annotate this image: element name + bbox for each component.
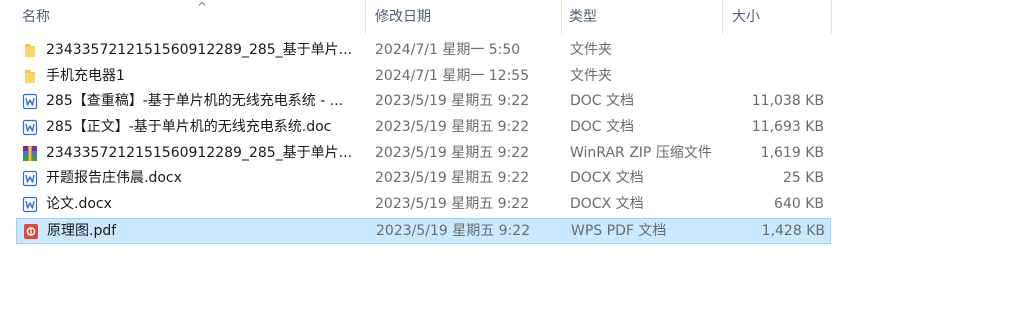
- file-explorer-list: 名称 ^ 修改日期 类型 大小 2343357212151560912289_2…: [0, 0, 1024, 311]
- file-name: 285【正文】-基于单片机的无线充电系统.doc: [46, 119, 332, 136]
- file-row[interactable]: 手机充电器1 2024/7/1 星期一 12:55 文件夹: [16, 64, 831, 90]
- wps-doc-icon: [22, 196, 38, 213]
- file-row[interactable]: 2343357212151560912289_285_基于单片... 2023/5…: [16, 141, 831, 167]
- folder-icon: [22, 68, 38, 85]
- column-header-size-label: 大小: [732, 9, 760, 25]
- file-name: 2343357212151560912289_285_基于单片...: [46, 42, 353, 58]
- column-header-name-label: 名称: [22, 9, 50, 25]
- column-header-date[interactable]: 修改日期: [369, 0, 562, 34]
- file-name: 2343357212151560912289_285_基于单片...: [46, 144, 353, 161]
- file-type: 文件夹: [570, 42, 612, 58]
- file-modified-date: 2023/5/19 星期五 9:22: [376, 222, 531, 239]
- file-modified-date: 2023/5/19 星期五 9:22: [375, 93, 530, 110]
- file-modified-date: 2023/5/19 星期五 9:22: [375, 119, 530, 136]
- wps-doc-icon: [22, 93, 38, 110]
- file-type: 文件夹: [570, 67, 612, 84]
- file-modified-date: 2023/5/19 星期五 9:22: [375, 170, 530, 187]
- wps-doc-icon: [22, 170, 38, 187]
- file-type: DOCX 文档: [570, 170, 644, 187]
- file-row[interactable]: 285【查重稿】-基于单片机的无线充电系统 - ... 2023/5/19 星期五…: [16, 89, 831, 115]
- file-size: 640 KB: [774, 196, 824, 213]
- column-header-name[interactable]: 名称 ^: [16, 0, 366, 34]
- file-size: 1,619 KB: [760, 144, 824, 161]
- wps-doc-icon: [22, 119, 38, 136]
- column-header-type[interactable]: 类型: [563, 0, 723, 34]
- file-row-selected[interactable]: 原理图.pdf 2023/5/19 星期五 9:22 WPS PDF 文档 1,428…: [16, 217, 831, 244]
- file-size: 11,038 KB: [751, 93, 824, 110]
- file-modified-date: 2024/7/1 星期一 5:50: [375, 42, 521, 58]
- file-name: 开题报告庄伟晨.docx: [46, 170, 182, 187]
- file-row[interactable]: 论文.docx 2023/5/19 星期五 9:22 DOCX 文档 640 KB: [16, 192, 831, 218]
- winrar-archive-icon: [22, 145, 38, 162]
- column-header-date-label: 修改日期: [375, 9, 431, 25]
- column-header-row: 名称 ^ 修改日期 类型 大小: [0, 0, 1024, 34]
- folder-icon: [22, 42, 38, 59]
- file-modified-date: 2023/5/19 星期五 9:22: [375, 196, 530, 213]
- file-list: 2343357212151560912289_285_基于单片... 2024/7…: [16, 38, 831, 244]
- file-type: DOC 文档: [570, 93, 635, 110]
- file-modified-date: 2024/7/1 星期一 12:55: [375, 67, 530, 84]
- file-row[interactable]: 2343357212151560912289_285_基于单片... 2024/7…: [16, 38, 831, 64]
- file-type: WPS PDF 文档: [571, 222, 667, 239]
- wps-pdf-icon: [23, 223, 39, 240]
- file-type: WinRAR ZIP 压缩文件: [570, 144, 712, 161]
- column-header-size[interactable]: 大小: [726, 0, 832, 34]
- file-name: 原理图.pdf: [47, 222, 117, 239]
- file-name: 285【查重稿】-基于单片机的无线充电系统 - ...: [46, 93, 344, 110]
- file-row[interactable]: 开题报告庄伟晨.docx 2023/5/19 星期五 9:22 DOCX 文档 25 …: [16, 166, 831, 192]
- file-name: 论文.docx: [46, 196, 112, 213]
- file-row[interactable]: 285【正文】-基于单片机的无线充电系统.doc 2023/5/19 星期五 9:…: [16, 115, 831, 141]
- file-size: 11,693 KB: [751, 119, 824, 136]
- file-size: 25 KB: [782, 170, 824, 187]
- file-size: 1,428 KB: [761, 222, 825, 239]
- file-type: DOCX 文档: [570, 196, 644, 213]
- file-name: 手机充电器1: [46, 67, 125, 84]
- file-type: DOC 文档: [570, 119, 635, 136]
- column-header-type-label: 类型: [569, 9, 597, 25]
- file-modified-date: 2023/5/19 星期五 9:22: [375, 144, 530, 161]
- sort-ascending-icon: ^: [197, 0, 208, 14]
